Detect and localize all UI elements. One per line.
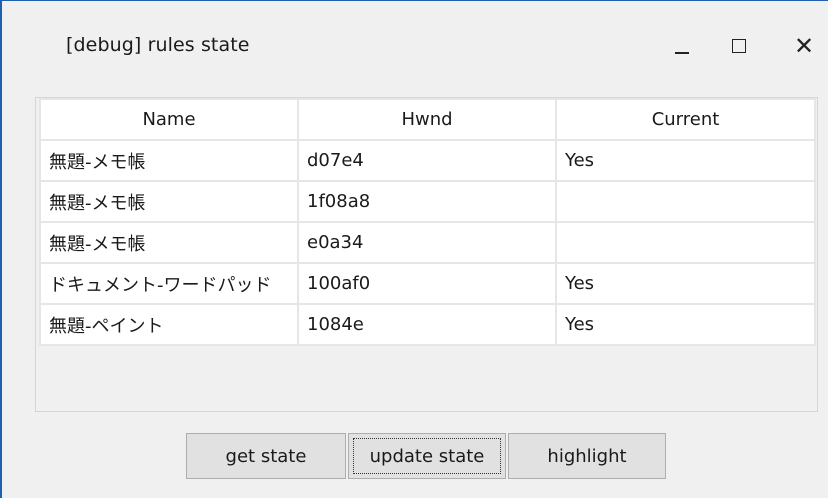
table-row[interactable]: ドキュメント-ワードパッド 100af0 Yes [39, 262, 816, 305]
column-header-name[interactable]: Name [39, 98, 299, 141]
cell-hwnd[interactable]: 1f08a8 [297, 180, 557, 223]
focus-rectangle [353, 438, 501, 474]
cell-name[interactable]: ドキュメント-ワードパッド [39, 262, 299, 305]
table-row[interactable]: 無題-ペイント 1084e Yes [39, 303, 816, 346]
minimize-icon [675, 52, 689, 54]
close-icon: ✕ [793, 32, 815, 60]
cell-name[interactable]: 無題-メモ帳 [39, 180, 299, 223]
close-button[interactable]: ✕ [784, 29, 824, 63]
highlight-button[interactable]: highlight [508, 433, 666, 479]
cell-name[interactable]: 無題-メモ帳 [39, 139, 299, 182]
cell-hwnd[interactable]: 100af0 [297, 262, 557, 305]
get-state-button[interactable]: get state [186, 433, 346, 479]
update-state-button[interactable]: update state [348, 433, 506, 479]
window-title: [debug] rules state [66, 34, 250, 56]
cell-name[interactable]: 無題-ペイント [39, 303, 299, 346]
cell-hwnd[interactable]: 1084e [297, 303, 557, 346]
rules-table: Name Hwnd Current 無題-メモ帳 d07e4 Yes 無題-メモ… [39, 98, 816, 346]
cell-current[interactable]: Yes [555, 262, 816, 305]
cell-current[interactable] [555, 180, 816, 223]
rules-state-window: [debug] rules state ✕ Name Hwnd Current … [0, 0, 828, 498]
column-header-hwnd[interactable]: Hwnd [297, 98, 557, 141]
table-header-row: Name Hwnd Current [39, 98, 816, 141]
title-bar[interactable]: [debug] rules state ✕ [2, 1, 828, 93]
cell-hwnd[interactable]: e0a34 [297, 221, 557, 264]
cell-current[interactable]: Yes [555, 303, 816, 346]
cell-name[interactable]: 無題-メモ帳 [39, 221, 299, 264]
table-row[interactable]: 無題-メモ帳 e0a34 [39, 221, 816, 264]
cell-hwnd[interactable]: d07e4 [297, 139, 557, 182]
rules-grid[interactable]: Name Hwnd Current 無題-メモ帳 d07e4 Yes 無題-メモ… [35, 97, 818, 412]
maximize-icon [732, 39, 746, 53]
maximize-button[interactable] [719, 29, 759, 63]
table-row[interactable]: 無題-メモ帳 d07e4 Yes [39, 139, 816, 182]
cell-current[interactable] [555, 221, 816, 264]
table-row[interactable]: 無題-メモ帳 1f08a8 [39, 180, 816, 223]
column-header-current[interactable]: Current [555, 98, 816, 141]
cell-current[interactable]: Yes [555, 139, 816, 182]
minimize-button[interactable] [662, 29, 702, 63]
